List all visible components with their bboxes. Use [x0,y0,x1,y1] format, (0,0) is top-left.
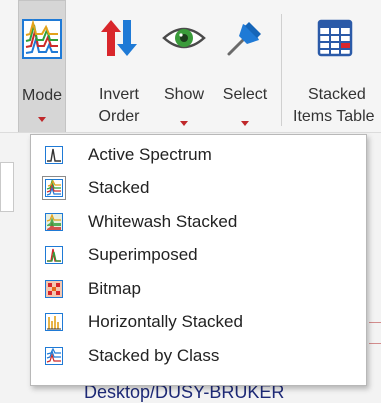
invert-order-label-line1: Invert [98,86,139,103]
invert-order-label-line2: Order [98,108,140,125]
background-divider [369,322,381,323]
show-dropdown-arrow [180,121,188,126]
select-button-label: Select [222,86,268,103]
menu-item-label: Horizontally Stacked [88,312,243,331]
menu-item-horizontally-stacked[interactable]: Horizontally Stacked [31,306,366,338]
active-spectrum-icon [45,146,63,164]
background-panel-edge [0,162,14,212]
invert-order-button[interactable]: Invert Order [89,0,149,132]
stacked-icon [42,176,66,200]
table-grid-icon [317,19,353,57]
stacked-items-table-label-line2: Items Table [293,108,375,125]
invert-order-icon [101,20,137,56]
select-button[interactable]: Select [218,0,272,132]
eye-icon [162,27,206,49]
whitewash-stacked-icon [45,213,63,231]
background-divider [369,343,381,344]
menu-item-active-spectrum[interactable]: Active Spectrum [31,139,366,171]
mode-button-label: Mode [21,87,63,104]
menu-item-label: Superimposed [88,245,198,264]
ribbon-toolbar: Mode Invert Order Show Select Stacked It… [0,0,381,133]
menu-item-stacked-by-class[interactable]: Stacked by Class [31,340,366,372]
menu-item-label: Stacked by Class [88,346,220,365]
menu-item-label: Stacked [88,178,150,197]
horizontally-stacked-icon [45,313,63,331]
mode-stacked-icon [22,19,62,59]
ribbon-group-separator [281,14,282,126]
stacked-by-class-icon [45,347,63,365]
menu-item-label: Whitewash Stacked [88,212,238,231]
menu-item-whitewash-stacked[interactable]: Whitewash Stacked [31,206,366,238]
menu-item-bitmap[interactable]: Bitmap [31,273,366,305]
pin-icon [227,22,261,56]
menu-item-stacked[interactable]: Stacked [31,172,366,204]
menu-item-label: Active Spectrum [88,145,212,164]
stacked-items-table-label-line1: Stacked [308,86,366,103]
superimposed-icon [45,246,63,264]
show-button-label: Show [163,86,205,103]
stacked-items-table-button[interactable]: Stacked Items Table [290,0,381,132]
mode-dropdown-menu: Active Spectrum Stacked Whitewash Stacke… [30,134,367,386]
bitmap-icon [45,280,63,298]
mode-dropdown-arrow [38,117,46,122]
show-button[interactable]: Show [158,0,210,132]
select-dropdown-arrow [241,121,249,126]
menu-item-label: Bitmap [88,279,141,298]
mode-button[interactable]: Mode [18,0,66,132]
menu-item-superimposed[interactable]: Superimposed [31,239,366,271]
